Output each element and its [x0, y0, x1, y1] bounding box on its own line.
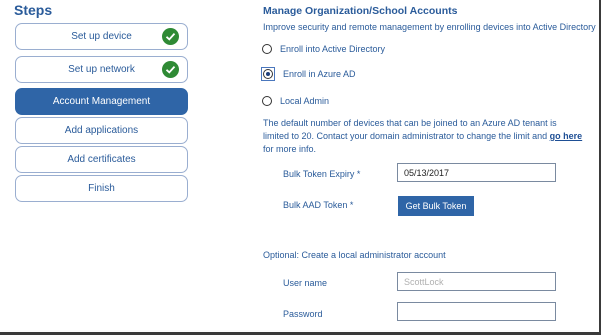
radio-label: Enroll in Azure AD: [283, 69, 356, 79]
step-label: Account Management: [52, 96, 151, 107]
info-text: The default number of devices that can b…: [263, 118, 557, 141]
go-here-link[interactable]: go here: [550, 131, 583, 141]
step-label: Set up device: [71, 31, 132, 42]
step-set-up-network[interactable]: Set up network: [15, 56, 188, 83]
password-label: Password: [283, 309, 323, 319]
step-account-management[interactable]: Account Management: [15, 88, 188, 115]
bulk-token-expiry-input[interactable]: 05/13/2017: [397, 163, 556, 182]
radio-button[interactable]: [263, 69, 273, 79]
radio-focus-ring: [261, 67, 275, 81]
azure-limit-info: The default number of devices that can b…: [263, 117, 583, 156]
radio-enroll-active-directory[interactable]: Enroll into Active Directory: [262, 42, 385, 56]
info-suffix: for more info.: [263, 144, 317, 154]
username-label: User name: [283, 278, 328, 288]
step-set-up-device[interactable]: Set up device: [15, 23, 188, 50]
step-add-applications[interactable]: Add applications: [15, 117, 188, 144]
radio-button[interactable]: [262, 96, 272, 106]
steps-title: Steps: [14, 2, 53, 18]
checkmark-icon: [162, 28, 179, 45]
step-add-certificates[interactable]: Add certificates: [15, 146, 188, 173]
radio-enroll-azure-ad[interactable]: Enroll in Azure AD: [261, 67, 356, 81]
radio-label: Enroll into Active Directory: [280, 44, 386, 54]
step-finish[interactable]: Finish: [15, 175, 188, 202]
step-label: Add applications: [64, 125, 139, 136]
radio-label: Local Admin: [280, 96, 330, 106]
step-label: Set up network: [68, 64, 135, 75]
required-marker: *: [356, 169, 361, 179]
step-label: Finish: [88, 183, 115, 194]
checkmark-icon: [162, 61, 179, 78]
get-bulk-token-button[interactable]: Get Bulk Token: [398, 196, 474, 216]
label-text: Bulk Token Expiry: [283, 169, 355, 179]
section-subtitle: Improve security and remote management b…: [263, 22, 596, 32]
radio-button[interactable]: [262, 44, 272, 54]
username-input[interactable]: ScottLock: [397, 272, 556, 291]
required-marker: *: [349, 200, 354, 210]
password-input[interactable]: [397, 302, 556, 321]
bulk-token-expiry-label: Bulk Token Expiry *: [283, 169, 360, 179]
label-text: Bulk AAD Token: [283, 200, 348, 210]
section-title: Manage Organization/School Accounts: [263, 5, 458, 17]
radio-local-admin[interactable]: Local Admin: [262, 94, 329, 108]
optional-heading: Optional: Create a local administrator a…: [263, 250, 446, 260]
step-label: Add certificates: [67, 154, 136, 165]
bulk-aad-token-label: Bulk AAD Token *: [283, 200, 353, 210]
